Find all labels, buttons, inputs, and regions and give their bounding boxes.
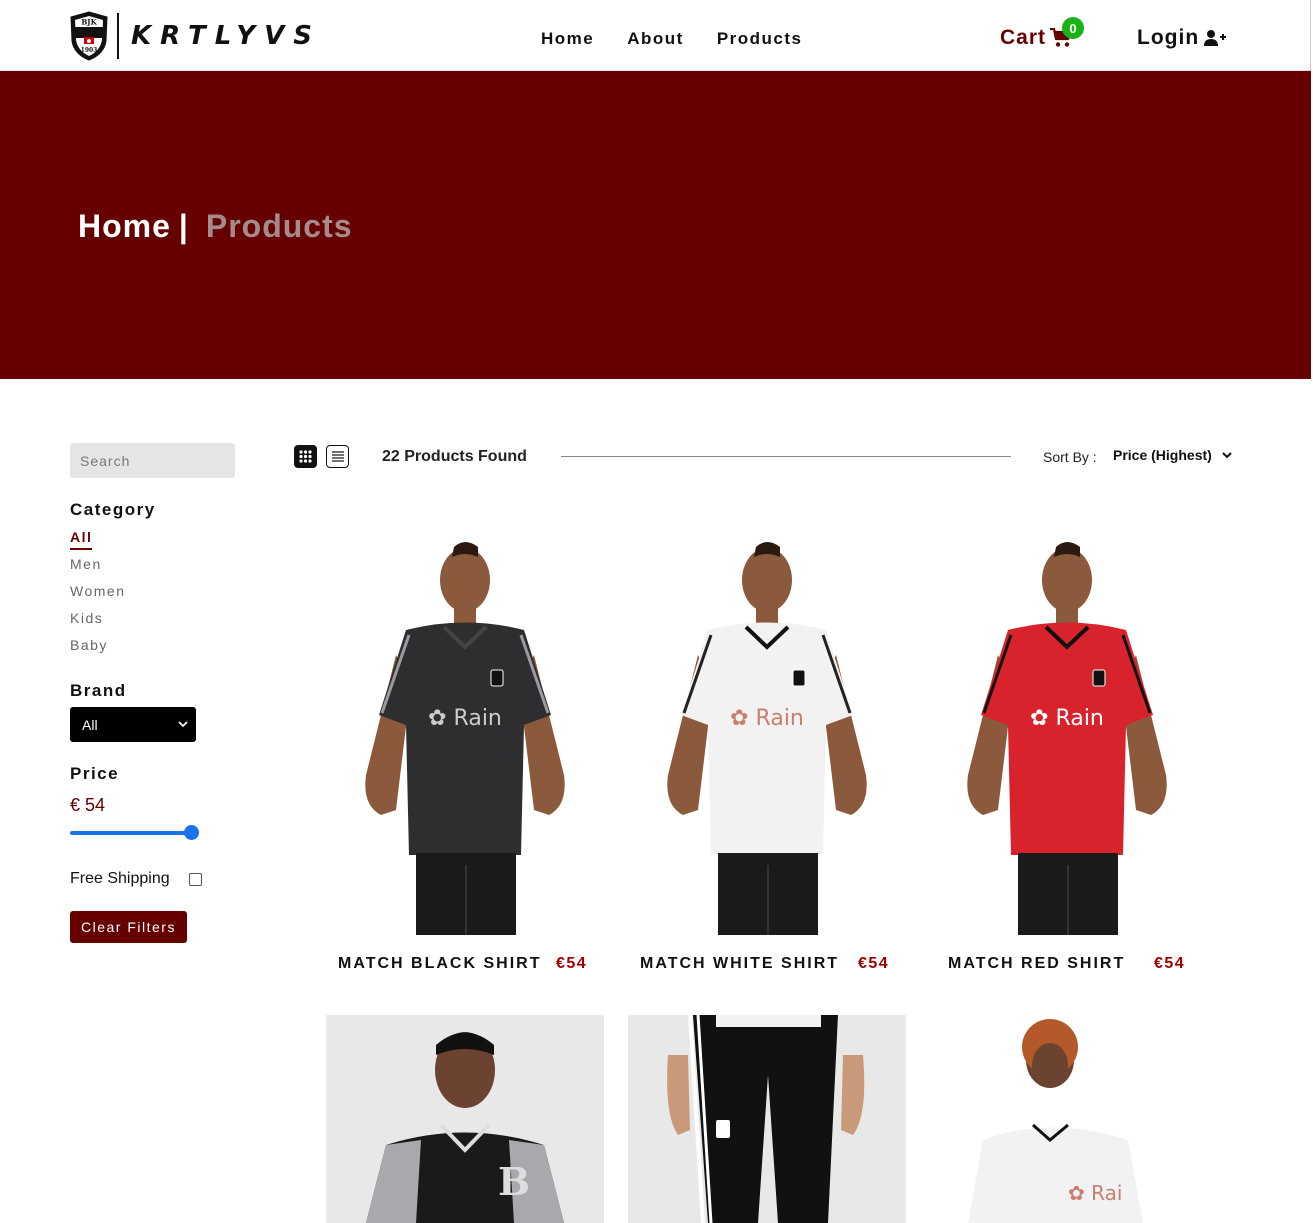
product-image: ✿ Rain — [928, 535, 1206, 935]
nav-home-link[interactable]: Home — [541, 29, 594, 49]
category-item-all[interactable]: All — [70, 529, 125, 556]
svg-text:✿ Rain: ✿ Rain — [428, 706, 502, 731]
product-image: ✿ Rain — [628, 535, 906, 935]
list-view-icon — [331, 451, 344, 462]
cart-button[interactable]: Cart 0 — [1000, 17, 1084, 50]
search-input[interactable] — [70, 443, 235, 478]
brand-heading: Brand — [70, 681, 127, 700]
product-image-wrap[interactable]: ✿ Rain — [628, 535, 906, 935]
sort-label: Sort By : — [1043, 449, 1097, 465]
category-item-kids[interactable]: Kids — [70, 610, 125, 637]
product-price: €54 — [1154, 955, 1186, 972]
club-crest-icon: BJK 1903 — [70, 11, 108, 61]
price-heading: Price — [70, 764, 120, 783]
products-found-count: 22 Products Found — [382, 448, 527, 465]
navbar: BJK 1903 KRTLYVS Home About Products Car… — [0, 0, 1311, 71]
product-image-wrap[interactable]: B — [326, 1015, 604, 1223]
hero-banner: Home | Products — [0, 71, 1311, 379]
login-button[interactable]: Login — [1137, 26, 1227, 50]
brand-select-value: All — [82, 716, 98, 733]
svg-text:1903: 1903 — [81, 47, 98, 54]
price-slider-thumb[interactable] — [184, 825, 199, 840]
category-item-men[interactable]: Men — [70, 556, 125, 583]
toolbar-divider — [561, 456, 1011, 457]
category-heading: Category — [70, 500, 156, 519]
login-label: Login — [1137, 26, 1200, 49]
cart-count-badge: 0 — [1062, 17, 1084, 39]
product-image-wrap[interactable]: ✿ Rain — [928, 535, 1206, 935]
product-image-wrap[interactable]: ✿ Rai — [928, 1015, 1206, 1223]
product-name[interactable]: MATCH BLACK SHIRT — [338, 955, 541, 973]
chevron-down-icon — [178, 721, 188, 728]
product-image: ✿ Rai — [928, 1015, 1206, 1223]
nav-products-link[interactable]: Products — [717, 29, 803, 49]
user-plus-icon — [1204, 30, 1227, 46]
grid-view-button[interactable] — [294, 445, 317, 468]
svg-text:B: B — [498, 1159, 530, 1204]
sort-select-value: Price (Highest) — [1113, 447, 1212, 463]
svg-text:✿ Rain: ✿ Rain — [1030, 706, 1104, 731]
sort-select[interactable]: Price (Highest) — [1113, 447, 1233, 463]
price-slider[interactable] — [70, 825, 200, 841]
svg-text:✿ Rai: ✿ Rai — [1068, 1181, 1122, 1205]
free-shipping-row: Free Shipping — [70, 870, 202, 888]
product-price: €54 — [556, 955, 588, 972]
product-image-wrap[interactable] — [628, 1015, 906, 1223]
main-nav: Home About Products — [541, 29, 803, 49]
breadcrumb-current: Products — [205, 208, 353, 244]
brand-select[interactable]: All — [70, 707, 196, 742]
product-image: B — [326, 1015, 604, 1223]
svg-text:✿ Rain: ✿ Rain — [730, 706, 804, 731]
logo[interactable]: BJK 1903 KRTLYVS — [68, 10, 321, 62]
category-item-baby[interactable]: Baby — [70, 637, 125, 664]
free-shipping-label: Free Shipping — [70, 870, 170, 887]
svg-text:BJK: BJK — [81, 18, 97, 27]
price-slider-track — [70, 831, 192, 835]
free-shipping-checkbox[interactable] — [188, 872, 202, 886]
cart-label: Cart — [1000, 26, 1047, 49]
brand-name: KRTLYVS — [131, 21, 321, 51]
category-list: All Men Women Kids Baby — [70, 529, 125, 664]
grid-view-icon — [299, 450, 312, 463]
product-image: ✿ Rain — [326, 535, 604, 935]
breadcrumb: Home | Products — [78, 208, 353, 245]
product-image — [628, 1015, 906, 1223]
product-image-wrap[interactable]: ✿ Rain — [326, 535, 604, 935]
breadcrumb-home-link[interactable]: Home — [78, 208, 171, 245]
clear-filters-button[interactable]: Clear Filters — [70, 911, 187, 943]
chevron-down-icon — [1222, 452, 1232, 459]
product-name[interactable]: MATCH RED SHIRT — [948, 955, 1125, 973]
category-item-women[interactable]: Women — [70, 583, 125, 610]
price-value: € 54 — [70, 795, 106, 815]
logo-divider — [117, 13, 119, 59]
nav-about-link[interactable]: About — [627, 29, 684, 49]
product-name[interactable]: MATCH WHITE SHIRT — [640, 955, 839, 973]
list-view-button[interactable] — [326, 445, 349, 468]
product-price: €54 — [858, 955, 890, 972]
breadcrumb-separator: | — [178, 208, 188, 244]
